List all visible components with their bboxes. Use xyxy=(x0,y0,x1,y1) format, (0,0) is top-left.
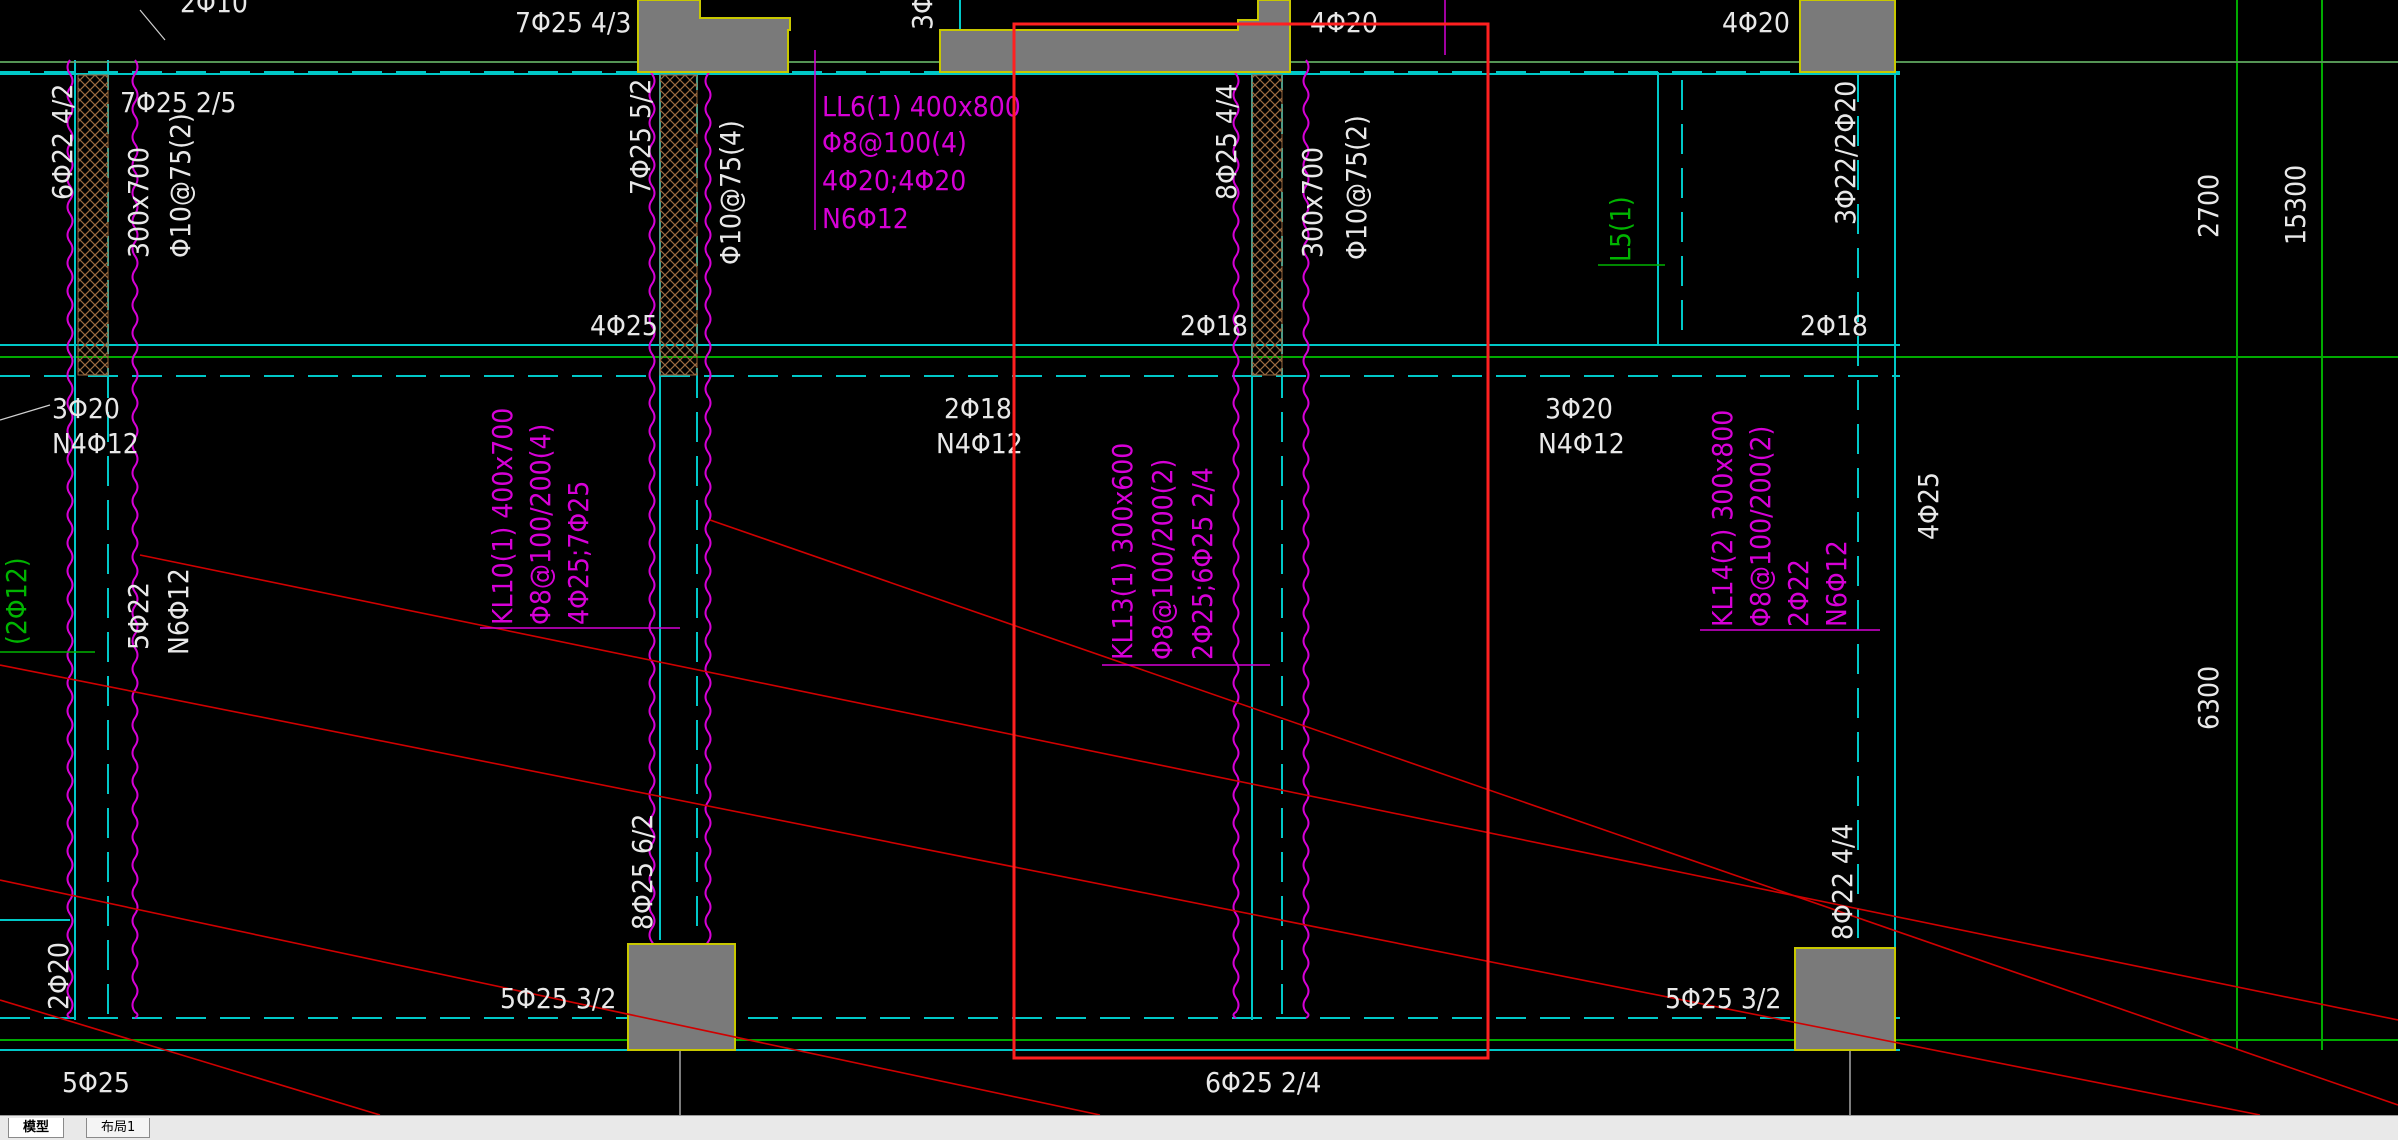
kl14-name: KL14(2) 300x800 xyxy=(1706,410,1739,627)
break-line-segment xyxy=(704,59,712,1019)
ll6-bars: 4Φ20;4Φ20 xyxy=(822,164,966,197)
dim-6300: 6300 xyxy=(2192,666,2225,730)
ll6-stirrups: Φ8@100(4) xyxy=(822,126,967,159)
break-line-segment xyxy=(66,59,74,1019)
kl10-stirrups: Φ8@100/200(4) xyxy=(524,424,557,625)
layout-tab-bar: 模型 布局1 xyxy=(0,1115,2398,1140)
cad-drawing-canvas[interactable]: 2Φ10 7Φ25 4/3 4Φ20 4Φ20 7Φ25 2/5 3Φ20 N4… xyxy=(0,0,2398,1115)
label-col3-side: 8Φ25 4/4 xyxy=(1210,84,1243,200)
label-col2-side: 7Φ25 5/2 xyxy=(624,79,657,195)
kl13-name: KL13(1) 300x600 xyxy=(1106,443,1139,660)
label-left-5phi22: 5Φ22 xyxy=(122,582,155,650)
label-col3-size: 300x700 xyxy=(1296,147,1329,258)
label-col2-bottom: 5Φ25 3/2 xyxy=(500,982,616,1015)
label-left-n4phi12: N4Φ12 xyxy=(52,427,139,460)
label-left-n6phi12: N6Φ12 xyxy=(162,568,195,655)
label-right-n4phi12: N4Φ12 xyxy=(1538,427,1625,460)
kl14-side: N6Φ12 xyxy=(1820,540,1853,627)
label-left-size: 300x700 xyxy=(122,147,155,258)
kl14-bars: 2Φ22 xyxy=(1782,559,1815,627)
label-top-4phi20-b: 4Φ20 xyxy=(1722,6,1790,39)
label-left-side: 6Φ22 4/2 xyxy=(46,84,79,200)
ll6-side: N6Φ12 xyxy=(822,202,909,235)
label-right-3phi20: 3Φ20 xyxy=(1545,392,1613,425)
hatched-columns xyxy=(77,74,1283,376)
tab-layout1[interactable]: 布局1 xyxy=(86,1118,151,1138)
label-col4-side: 3Φ22/2Φ20 xyxy=(1829,81,1862,225)
label-left-3phi20: 3Φ20 xyxy=(52,392,120,425)
tab-model[interactable]: 模型 xyxy=(8,1118,65,1138)
label-left-2phi20: 2Φ20 xyxy=(42,942,75,1010)
label-col4-4phi25: 4Φ25 xyxy=(1912,472,1945,540)
kl13-stirrups: Φ8@100/200(2) xyxy=(1146,459,1179,660)
label-col2-lower: 8Φ25 6/2 xyxy=(626,814,659,930)
green-2phi12: (2Φ12) xyxy=(0,557,33,645)
label-col2-4phi25: 4Φ25 xyxy=(590,309,658,342)
label-bottom-6phi25: 6Φ25 2/4 xyxy=(1205,1066,1321,1099)
ll6-name: LL6(1) 400x800 xyxy=(822,90,1021,123)
label-left-stirrup: Φ10@75(2) xyxy=(164,113,197,258)
label-top-2phi10: 2Φ10 xyxy=(180,0,248,19)
label-top-7phi25: 7Φ25 4/3 xyxy=(515,6,631,39)
label-top-3phi: 3Φ xyxy=(906,0,939,30)
label-col4-bottom: 5Φ25 3/2 xyxy=(1665,982,1781,1015)
label-col3-stirrup: Φ10@75(2) xyxy=(1340,115,1373,260)
kl13-bars: 2Φ25;6Φ25 2/4 xyxy=(1186,467,1219,660)
l5-marker xyxy=(0,264,1665,653)
kl10-bars: 4Φ25;7Φ25 xyxy=(562,481,595,625)
kl10-name: KL10(1) 400x700 xyxy=(486,408,519,625)
break-line-segment xyxy=(1232,59,1240,1019)
label-mid-n4phi12: N4Φ12 xyxy=(936,427,1023,460)
label-mid-2phi18: 2Φ18 xyxy=(944,392,1012,425)
label-col4-2phi18: 2Φ18 xyxy=(1800,309,1868,342)
dim-15300: 15300 xyxy=(2279,165,2312,245)
dim-2700: 2700 xyxy=(2192,174,2225,238)
l5-label: L5(1) xyxy=(1604,196,1637,262)
label-col4-lower: 8Φ22 4/4 xyxy=(1826,824,1859,940)
label-bottom-5phi25: 5Φ25 xyxy=(62,1066,130,1099)
label-col3-2phi18: 2Φ18 xyxy=(1180,309,1248,342)
kl14-stirrups: Φ8@100/200(2) xyxy=(1744,426,1777,627)
label-col2-stirrup: Φ10@75(4) xyxy=(714,120,747,265)
